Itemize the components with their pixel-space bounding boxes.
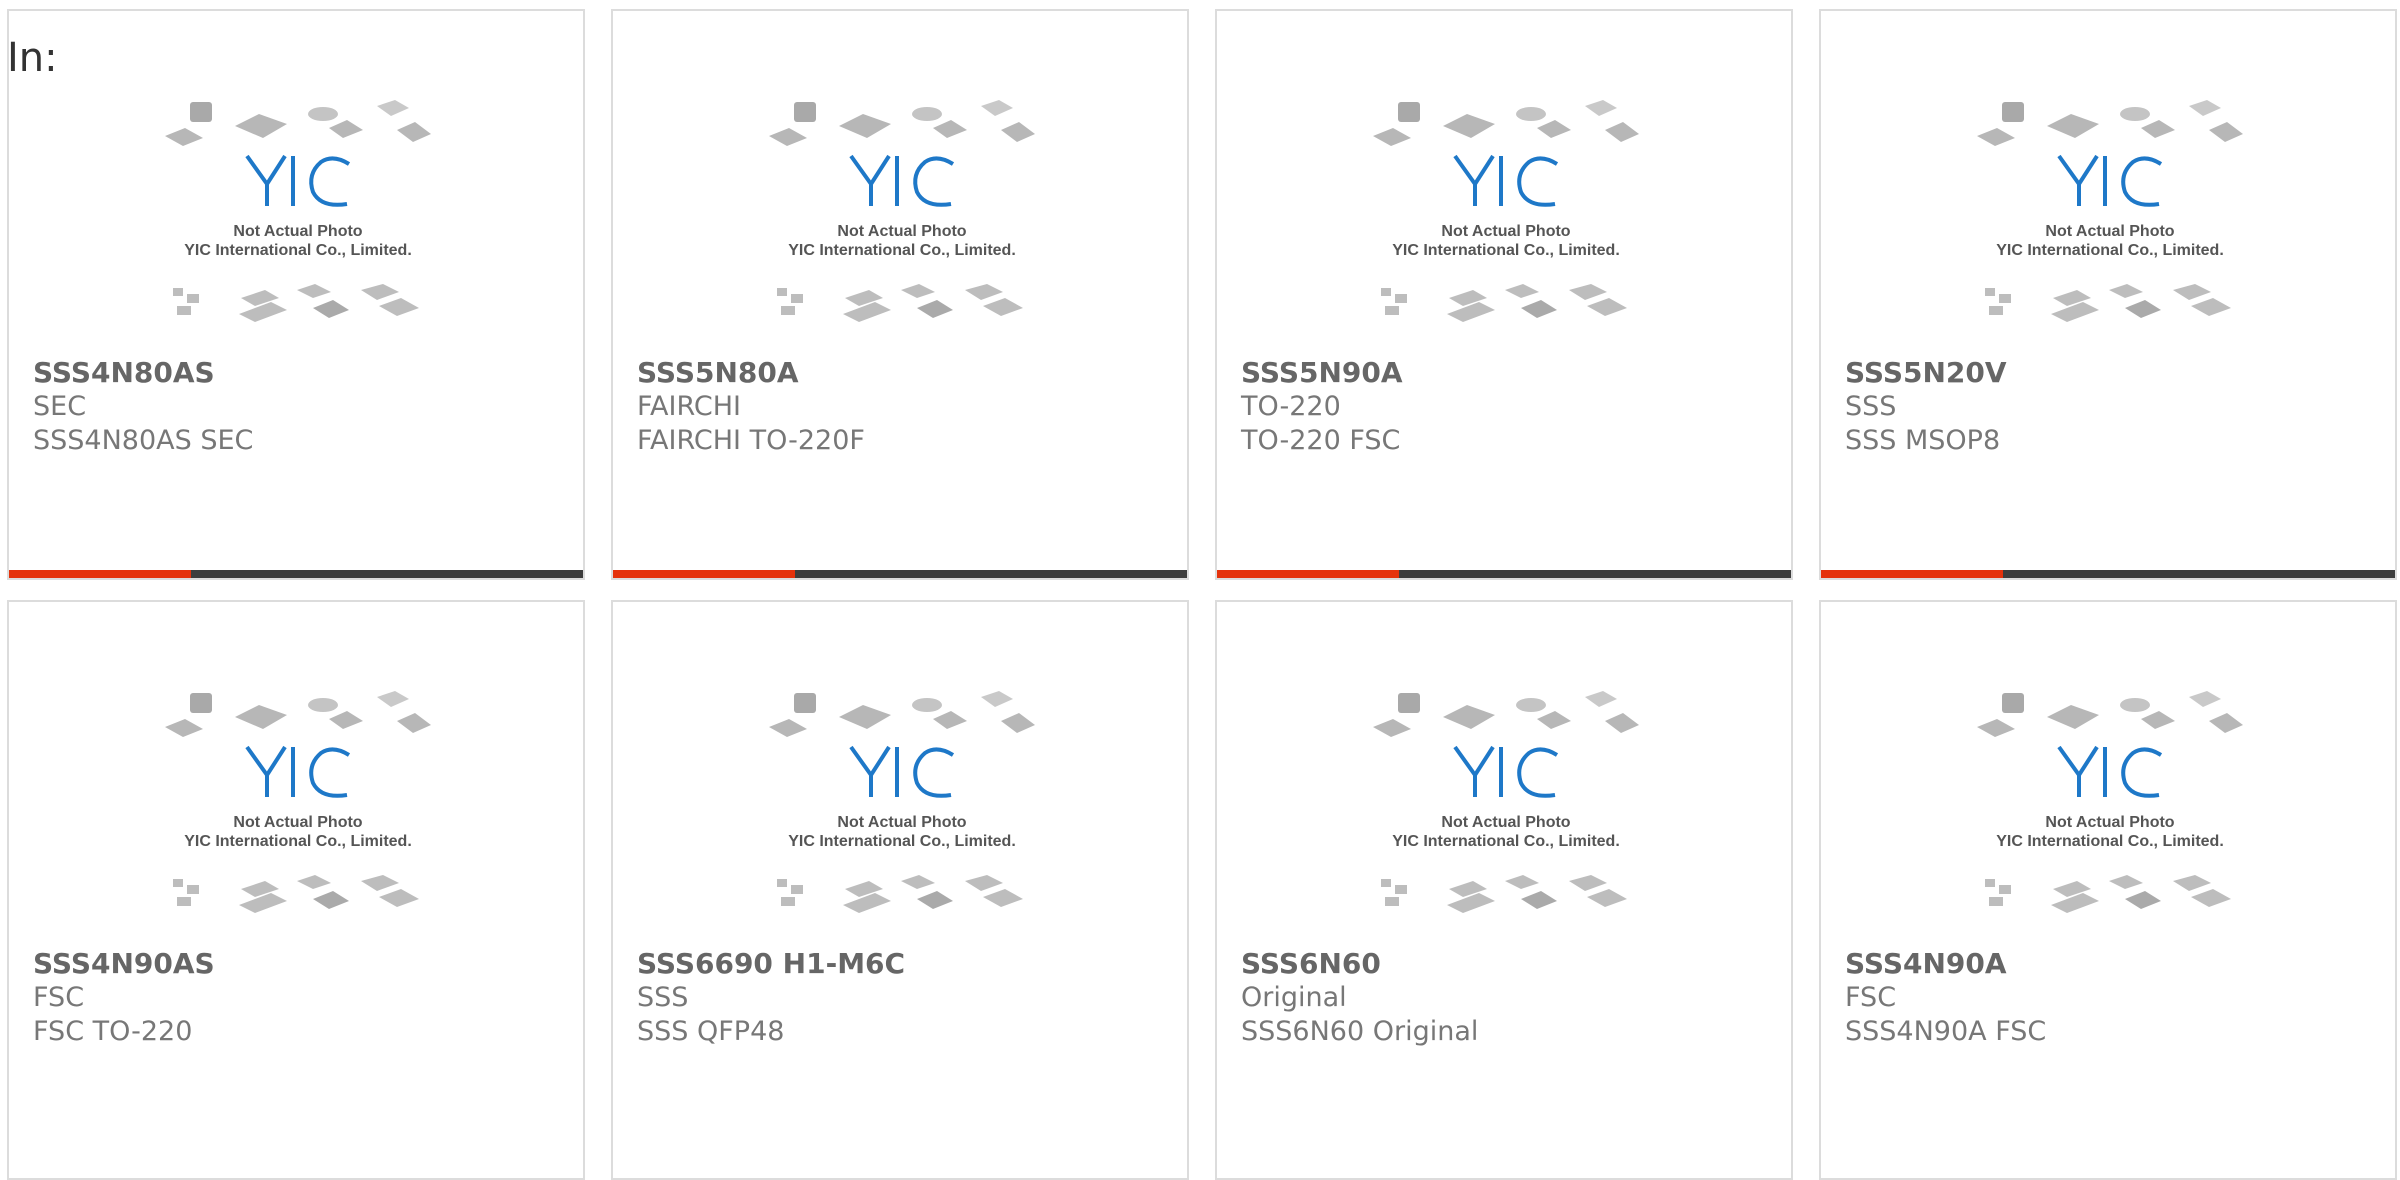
product-card-8[interactable]: Not Actual Photo YIC International Co., … [1819,600,2397,1180]
chip-icons-top [769,100,1035,146]
chip-icons-bottom [777,284,1023,322]
chip-icons-top [165,691,431,737]
chip-icons-top [1977,691,2243,737]
part-number[interactable]: SSS4N80AS [33,356,563,390]
placeholder-image: Not Actual Photo YIC International Co., … [165,691,431,913]
product-info: SSS6690 H1-M6C SSS SSS QFP48 [637,947,1167,1049]
yic-logo-icon [245,154,351,207]
chip-icons-bottom [1985,284,2231,322]
product-card-4[interactable]: Not Actual Photo YIC International Co., … [1819,9,2397,580]
manufacturer: Original [1241,982,1347,1013]
part-number[interactable]: SSS4N90AS [33,947,563,981]
manufacturer: FSC [33,982,85,1013]
placeholder-caption-2: YIC International Co., Limited. [1392,833,1620,850]
placeholder-caption-1: Not Actual Photo [837,223,966,240]
placeholder-caption-2: YIC International Co., Limited. [1392,242,1620,259]
placeholder-image: Not Actual Photo YIC International Co., … [1977,100,2243,322]
placeholder-caption-2: YIC International Co., Limited. [1996,242,2224,259]
chip-icons-top [769,691,1035,737]
filter-label: In: [7,35,58,81]
yic-logo-icon [849,745,955,798]
description: SSS4N90A FSC [1845,1016,2047,1047]
placeholder-caption-2: YIC International Co., Limited. [1996,833,2224,850]
manufacturer: SSS [637,982,689,1013]
product-card-5[interactable]: Not Actual Photo YIC International Co., … [7,600,585,1180]
yic-logo-icon [2057,745,2163,798]
product-card-1[interactable]: Not Actual Photo YIC International Co., … [7,9,585,580]
chip-icons-bottom [1381,284,1627,322]
card-footer-accent [1821,570,2003,578]
manufacturer: FSC [1845,982,1897,1013]
card-footer-bar [613,570,1187,578]
product-info: SSS4N90AS FSC FSC TO-220 [33,947,563,1049]
chip-icons-bottom [1985,875,2231,913]
yic-logo-icon [245,745,351,798]
card-footer-bar [9,570,583,578]
card-footer-accent [1217,570,1399,578]
placeholder-caption-1: Not Actual Photo [837,814,966,831]
chip-icons-top [1373,691,1639,737]
placeholder-caption-1: Not Actual Photo [2045,223,2174,240]
description: FSC TO-220 [33,1016,193,1047]
placeholder-image: Not Actual Photo YIC International Co., … [769,100,1035,322]
chip-icons-bottom [1381,875,1627,913]
description: SSS4N80AS SEC [33,425,254,456]
placeholder-caption-1: Not Actual Photo [1441,223,1570,240]
part-number[interactable]: SSS6690 H1-M6C [637,947,1167,981]
placeholder-caption-2: YIC International Co., Limited. [788,242,1016,259]
part-number[interactable]: SSS6N60 [1241,947,1771,981]
placeholder-image: Not Actual Photo YIC International Co., … [769,691,1035,913]
yic-logo-icon [2057,154,2163,207]
placeholder-image: Not Actual Photo YIC International Co., … [1373,100,1639,322]
yic-logo-icon [1453,745,1559,798]
product-card-7[interactable]: Not Actual Photo YIC International Co., … [1215,600,1793,1180]
description: TO-220 FSC [1241,425,1401,456]
product-card-6[interactable]: Not Actual Photo YIC International Co., … [611,600,1189,1180]
placeholder-caption-2: YIC International Co., Limited. [184,833,412,850]
card-footer-accent [9,570,191,578]
placeholder-image: Not Actual Photo YIC International Co., … [165,100,431,322]
placeholder-caption-1: Not Actual Photo [1441,814,1570,831]
chip-icons-top [1373,100,1639,146]
product-info: SSS5N80A FAIRCHI FAIRCHI TO-220F [637,356,1167,458]
chip-icons-bottom [173,875,419,913]
part-number[interactable]: SSS5N90A [1241,356,1771,390]
yic-logo-icon [1453,154,1559,207]
placeholder-caption-2: YIC International Co., Limited. [788,833,1016,850]
product-info: SSS5N20V SSS SSS MSOP8 [1845,356,2375,458]
chip-icons-top [1977,100,2243,146]
card-footer-bar [1821,570,2395,578]
placeholder-caption-1: Not Actual Photo [233,223,362,240]
yic-logo-icon [849,154,955,207]
placeholder-image: Not Actual Photo YIC International Co., … [1373,691,1639,913]
placeholder-caption-1: Not Actual Photo [2045,814,2174,831]
description: SSS QFP48 [637,1016,785,1047]
description: FAIRCHI TO-220F [637,425,865,456]
chip-icons-bottom [777,875,1023,913]
product-info: SSS4N80AS SEC SSS4N80AS SEC [33,356,563,458]
manufacturer: TO-220 [1241,391,1341,422]
manufacturer: FAIRCHI [637,391,742,422]
product-card-2[interactable]: Not Actual Photo YIC International Co., … [611,9,1189,580]
manufacturer: SSS [1845,391,1897,422]
part-number[interactable]: SSS5N80A [637,356,1167,390]
product-grid: Not Actual Photo YIC International Co., … [0,0,2400,1180]
product-info: SSS6N60 Original SSS6N60 Original [1241,947,1771,1049]
card-footer-bar [1217,570,1791,578]
part-number[interactable]: SSS4N90A [1845,947,2375,981]
chip-icons-bottom [173,284,419,322]
chip-icons-top [165,100,431,146]
placeholder-image: Not Actual Photo YIC International Co., … [1977,691,2243,913]
description: SSS MSOP8 [1845,425,2001,456]
manufacturer: SEC [33,391,87,422]
product-info: SSS4N90A FSC SSS4N90A FSC [1845,947,2375,1049]
card-footer-accent [613,570,795,578]
product-card-3[interactable]: Not Actual Photo YIC International Co., … [1215,9,1793,580]
description: SSS6N60 Original [1241,1016,1479,1047]
placeholder-caption-1: Not Actual Photo [233,814,362,831]
part-number[interactable]: SSS5N20V [1845,356,2375,390]
product-info: SSS5N90A TO-220 TO-220 FSC [1241,356,1771,458]
placeholder-caption-2: YIC International Co., Limited. [184,242,412,259]
